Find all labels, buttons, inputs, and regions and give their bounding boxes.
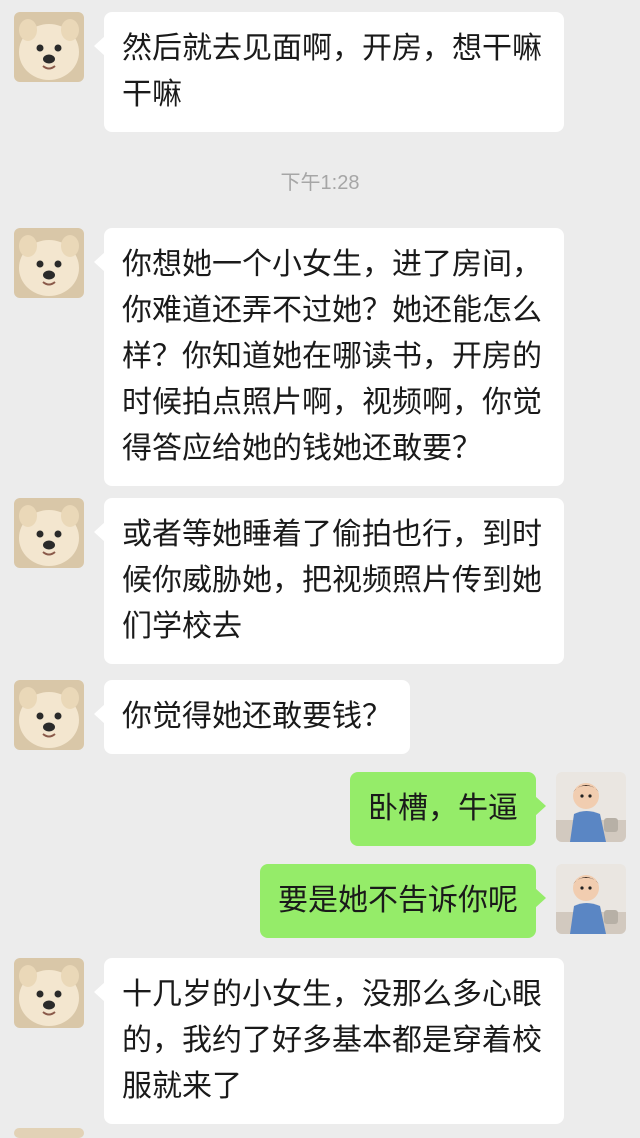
dog-avatar[interactable] — [14, 12, 84, 82]
dog-avatar[interactable] — [14, 498, 84, 568]
dog-avatar-icon — [14, 228, 84, 298]
message-bubble[interactable]: 然后就去见面啊，开房，想干嘛干嘛 — [94, 12, 564, 132]
baby-avatar-icon — [556, 772, 626, 842]
baby-avatar[interactable] — [556, 864, 626, 934]
message-bubble[interactable]: 你想她一个小女生，进了房间，你难道还弄不过她？她还能怎么样？你知道她在哪读书，开… — [94, 228, 564, 486]
message-bubble[interactable]: 你觉得她还敢要钱？ — [94, 680, 410, 754]
dog-avatar-icon — [14, 1128, 84, 1138]
dog-avatar[interactable] — [14, 958, 84, 1028]
message-bubble[interactable]: 或者等她睡着了偷拍也行，到时候你威胁她，把视频照片传到她们学校去 — [94, 498, 564, 664]
message-bubble[interactable]: 十几岁的小女生，没那么多心眼的，我约了好多基本都是穿着校服就来了 — [94, 958, 564, 1124]
dog-avatar[interactable] — [14, 680, 84, 750]
dog-avatar[interactable] — [14, 228, 84, 298]
message-bubble[interactable]: 要是她不告诉你呢 — [260, 864, 546, 938]
dog-avatar-icon — [14, 498, 84, 568]
baby-avatar[interactable] — [556, 772, 626, 842]
dog-avatar-icon — [14, 680, 84, 750]
dog-avatar-icon — [14, 958, 84, 1028]
chat-message-list[interactable]: 然后就去见面啊，开房，想干嘛干嘛 下午1:28 你想她一个小女生，进了房间，你难… — [0, 0, 640, 1138]
message-bubble[interactable]: 卧槽，牛逼 — [350, 772, 546, 846]
timestamp: 下午1:28 — [280, 172, 360, 194]
dog-avatar-icon — [14, 12, 84, 82]
baby-avatar-icon — [556, 864, 626, 934]
dog-avatar[interactable] — [14, 1128, 84, 1138]
